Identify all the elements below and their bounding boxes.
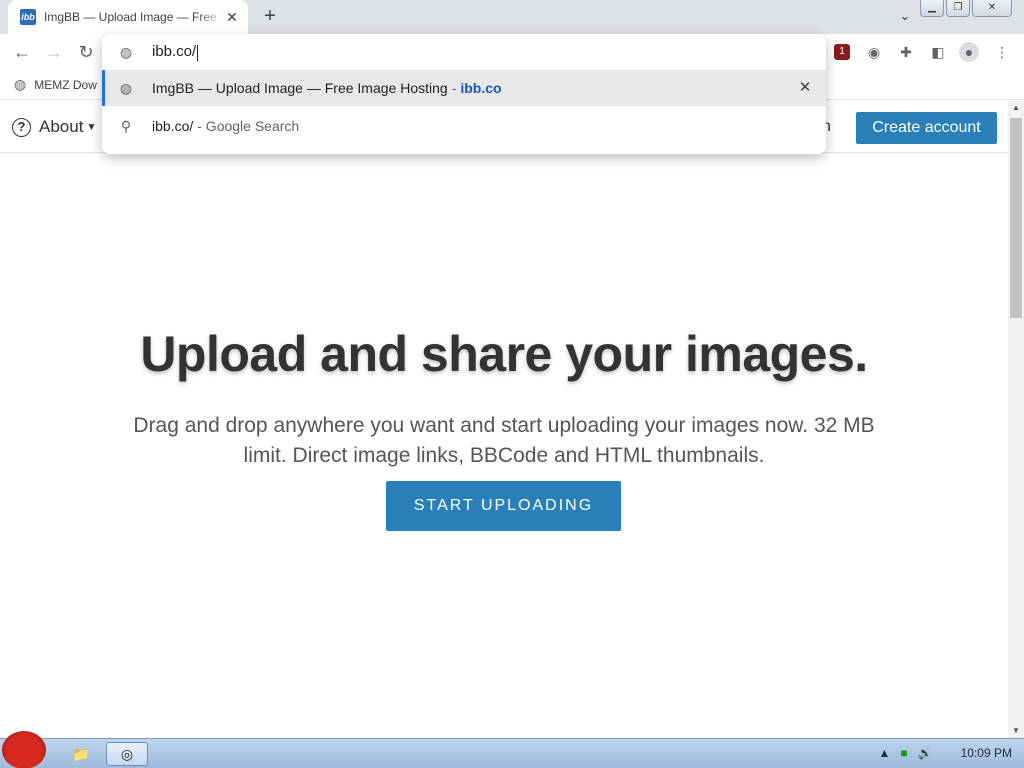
hero-subtitle: Drag and drop anywhere you want and star… (133, 414, 875, 467)
hero-headline: Upload and share your images. (140, 326, 868, 382)
chrome-taskbar-icon[interactable]: ◎ (106, 742, 148, 766)
text-cursor (197, 44, 199, 61)
address-bar[interactable]: ◍ ibb.co/ (102, 34, 826, 70)
clock[interactable]: 10:09 PM (961, 746, 1012, 760)
globe-icon: ◍ (119, 44, 133, 60)
suggestion-url: ibb.co (460, 80, 502, 96)
profile-avatar-icon[interactable]: ● (959, 42, 979, 62)
help-circle-icon: ? (12, 117, 31, 137)
hero-section: Upload and share your images. Drag and d… (0, 325, 1008, 471)
bookmark-item[interactable]: ◍ MEMZ Dow (14, 76, 97, 93)
system-tray: ▲ ■ 🔊 10:09 PM (879, 746, 1012, 760)
bookmark-label: MEMZ Dow (34, 77, 97, 92)
reload-button[interactable]: ↻ (74, 40, 98, 64)
about-label: About (39, 117, 84, 136)
omnibox-dropdown: ◍ ibb.co/ ◍ ImgBB — Upload Image — Free … (102, 34, 826, 154)
puzzle-extensions-icon[interactable]: ✚ (896, 42, 916, 62)
globe-icon: ◍ (119, 80, 133, 96)
scrollbar-thumb[interactable] (1010, 118, 1022, 318)
suggestion-query: ibb.co/ (152, 118, 194, 134)
page-content: ? About ▼ n Create account Upload and sh… (0, 101, 1008, 738)
tray-arrow-icon[interactable]: ▲ (879, 746, 891, 760)
windows-taskbar: 📁 ◎ ▲ ■ 🔊 10:09 PM (0, 731, 1024, 768)
minimize-button[interactable]: ▁ (920, 0, 944, 17)
new-tab-button[interactable]: + (259, 6, 281, 28)
scroll-down-arrow-icon[interactable]: ▼ (1008, 724, 1024, 738)
scroll-up-arrow-icon[interactable]: ▲ (1008, 101, 1024, 115)
caret-down-icon: ▼ (86, 121, 97, 133)
start-uploading-button[interactable]: START UPLOADING (386, 481, 621, 531)
file-explorer-icon[interactable]: 📁 (60, 742, 102, 766)
volume-icon[interactable]: 🔊 (918, 746, 933, 760)
start-button-angry-bird-icon[interactable] (2, 731, 46, 768)
suggestion-title: ImgBB — Upload Image — Free Image Hostin… (152, 80, 448, 96)
tab-title: ImgBB — Upload Image — Free Image Hostin… (44, 10, 224, 24)
restore-button[interactable]: ❐ (946, 0, 970, 17)
suggestion-source: - Google Search (197, 118, 300, 134)
browser-tab[interactable]: ibb ImgBB — Upload Image — Free Image Ho… (8, 0, 248, 34)
tab-strip: ibb ImgBB — Upload Image — Free Image Ho… (0, 0, 1024, 34)
ublock-extension-icon[interactable]: 1 (834, 44, 850, 60)
page-scrollbar[interactable]: ▲ ▼ (1008, 101, 1024, 738)
remove-suggestion-icon[interactable]: ✕ (796, 79, 814, 97)
back-button[interactable]: ← (10, 40, 34, 64)
address-input-value: ibb.co/ (152, 43, 197, 61)
extension-icon[interactable]: ◉ (864, 42, 884, 62)
tab-close-icon[interactable]: ✕ (224, 9, 240, 25)
menu-kebab-icon[interactable]: ⋮ (992, 42, 1012, 62)
tab-search-icon[interactable]: ⌄ (896, 8, 914, 26)
create-account-button[interactable]: Create account (856, 112, 997, 144)
extension-badge: 1 (839, 46, 845, 57)
suggestion-separator: - (451, 80, 457, 96)
close-window-button[interactable]: ✕ (972, 0, 1012, 17)
suggestion-search[interactable]: ⚲ ibb.co/ - Google Search (102, 108, 826, 144)
side-panel-icon[interactable]: ◧ (928, 42, 948, 62)
battery-icon[interactable]: ■ (900, 746, 907, 760)
imgbb-favicon-icon: ibb (20, 9, 36, 25)
forward-button[interactable]: → (42, 40, 66, 64)
search-icon: ⚲ (120, 118, 132, 134)
about-menu[interactable]: ? About ▼ (12, 117, 96, 137)
window-controls: ▁ ❐ ✕ (920, 0, 1012, 17)
suggestion-history[interactable]: ◍ ImgBB — Upload Image — Free Image Host… (102, 70, 826, 106)
globe-icon: ◍ (14, 76, 27, 92)
address-input[interactable]: ibb.co/ (152, 43, 199, 61)
